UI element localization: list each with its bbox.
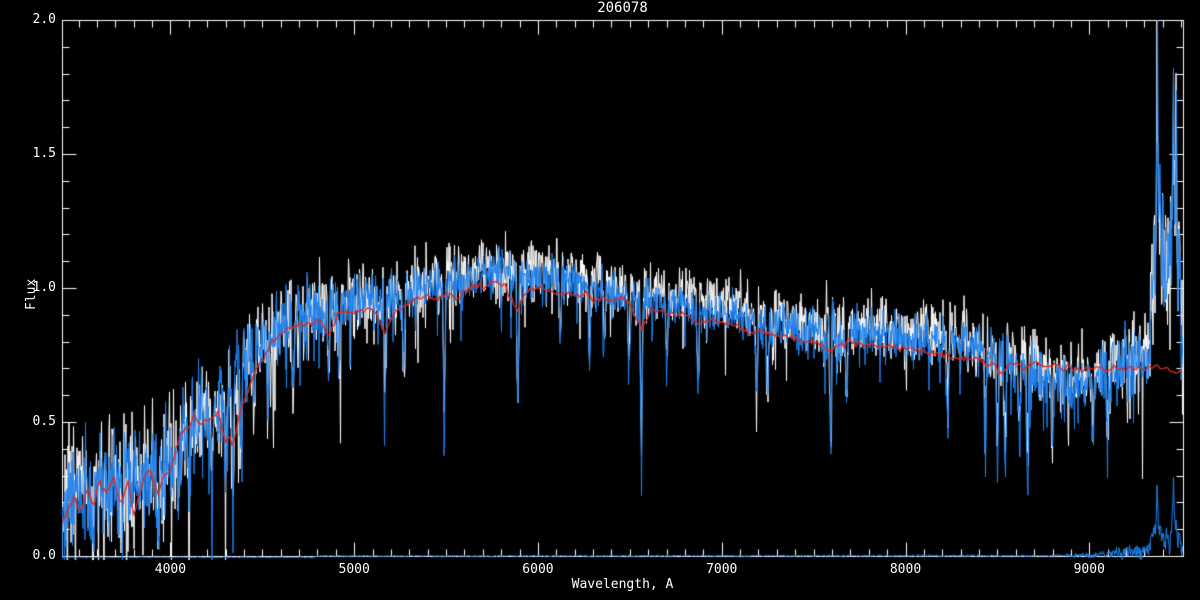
y-tick-label-0.5: 0.5	[32, 414, 56, 429]
spectrum-figure: 206078 Wavelength, A Flux 4000 5000 6000 70…	[0, 0, 1200, 600]
y-tick-label-1.5: 1.5	[32, 146, 56, 161]
y-tick-label-1.0: 1.0	[32, 280, 56, 295]
y-tick-label-0.0: 0.0	[32, 548, 56, 563]
spectrum-plot-canvas	[0, 0, 1200, 600]
plot-title: 206078	[597, 0, 648, 16]
x-tick-label-6000: 6000	[522, 562, 554, 577]
x-tick-label-9000: 9000	[1073, 562, 1105, 577]
y-tick-label-2.0: 2.0	[32, 12, 56, 27]
x-tick-label-5000: 5000	[338, 562, 370, 577]
x-tick-label-7000: 7000	[706, 562, 738, 577]
x-tick-label-8000: 8000	[889, 562, 922, 577]
x-tick-label-4000: 4000	[154, 562, 187, 577]
x-axis-label: Wavelength, A	[571, 577, 674, 592]
